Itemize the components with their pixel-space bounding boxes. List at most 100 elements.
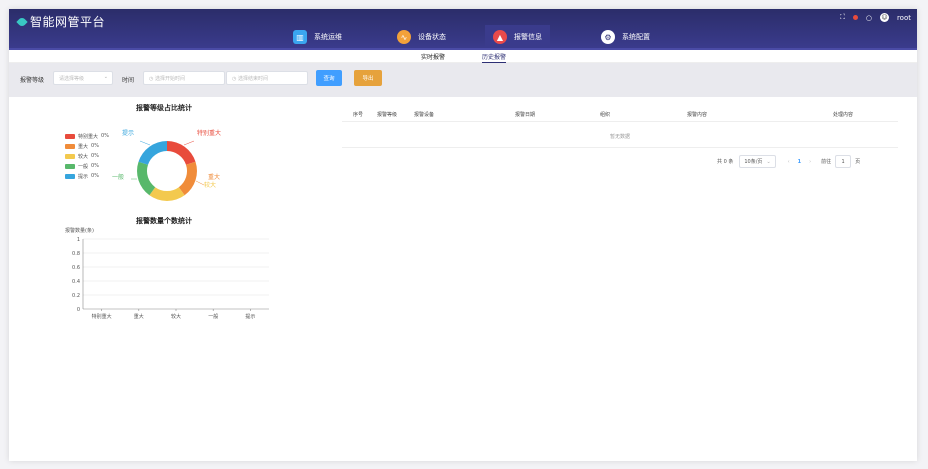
donut-slice-tishi[interactable] bbox=[138, 141, 168, 165]
power-icon[interactable]: ○ bbox=[866, 14, 872, 22]
legend-item[interactable]: 较大 0% bbox=[65, 151, 109, 161]
legend-swatch bbox=[65, 163, 75, 169]
page-size-select[interactable]: 10条/页 ⌄ bbox=[739, 155, 776, 168]
legend-item[interactable]: 重大 0% bbox=[65, 141, 109, 151]
legend-swatch bbox=[65, 173, 75, 179]
nav-system-ops[interactable]: ▥ 系统运维 bbox=[285, 25, 350, 49]
table-divider bbox=[342, 147, 898, 148]
col-header: 组织 bbox=[600, 112, 611, 118]
pager-total: 共 0 条 bbox=[717, 159, 734, 165]
donut-slice-zhongda[interactable] bbox=[178, 161, 197, 196]
page-size-value: 10条/页 bbox=[744, 159, 763, 165]
legend-item[interactable]: 特别重大 0% bbox=[65, 131, 109, 141]
x-tick-label: 特别重大 bbox=[92, 313, 112, 320]
chevron-down-icon: ⌄ bbox=[766, 158, 771, 165]
donut-legend: 特别重大 0% 重大 0% 较大 0% 一般 0% 提示 0% bbox=[65, 131, 109, 181]
bar-chart: 0 0.2 0.4 0.6 0.8 1 特别重大 重大 较大 一般 提示 bbox=[72, 237, 269, 320]
y-tick-label: 1 bbox=[77, 237, 80, 243]
page-number[interactable]: 1 bbox=[798, 159, 801, 165]
logo-icon bbox=[16, 15, 28, 28]
legend-value: 0% bbox=[91, 153, 99, 159]
donut-label-tebie: 特别重大 bbox=[197, 130, 222, 137]
goto-suffix: 页 bbox=[855, 159, 861, 165]
legend-name: 特别重大 bbox=[78, 133, 99, 140]
start-placeholder: 选择开始时间 bbox=[154, 76, 185, 82]
nav-label: 设备状态 bbox=[418, 33, 446, 41]
alarm-icon: ▲ bbox=[493, 30, 507, 44]
goto-prefix: 前往 bbox=[821, 159, 832, 165]
time-label: 时间 bbox=[122, 77, 135, 84]
level-label: 报警等级 bbox=[20, 77, 45, 84]
gear-icon: ⚙ bbox=[601, 30, 615, 44]
col-header: 报警等级 bbox=[377, 112, 398, 118]
col-header: 报警设备 bbox=[414, 112, 435, 118]
y-tick-label: 0 bbox=[77, 307, 80, 313]
y-tick-label: 0.4 bbox=[72, 279, 80, 285]
legend-value: 0% bbox=[101, 133, 109, 139]
legend-swatch bbox=[65, 133, 75, 139]
username[interactable]: root bbox=[897, 14, 911, 22]
donut-slice-tebie[interactable] bbox=[167, 141, 196, 165]
legend-value: 0% bbox=[91, 163, 99, 169]
col-header: 序号 bbox=[353, 112, 364, 118]
pagination: 共 0 条 10条/页 ⌄ ‹ 1 › 前往 1 页 bbox=[717, 155, 860, 168]
top-right-tools: ⛶ ○ ☺ root bbox=[840, 13, 911, 22]
donut-chart bbox=[131, 140, 205, 202]
end-time-input[interactable]: ◷ 选择结束时间 bbox=[226, 71, 308, 85]
donut-label-tishi: 提示 bbox=[122, 130, 135, 137]
app-title: 智能网管平台 bbox=[30, 15, 106, 29]
y-tick-label: 0.8 bbox=[72, 251, 80, 257]
nav-label: 系统运维 bbox=[314, 33, 342, 41]
level-placeholder: 请选择等级 bbox=[59, 76, 85, 82]
prev-page-button[interactable]: ‹ bbox=[788, 159, 790, 165]
nav-device-status[interactable]: ∿ 设备状态 bbox=[389, 25, 454, 49]
nav-label: 报警信息 bbox=[514, 33, 542, 41]
x-tick-label: 提示 bbox=[245, 313, 255, 320]
donut-slice-jiaoda[interactable] bbox=[149, 187, 185, 202]
chevron-down-icon: ⌄ bbox=[103, 74, 108, 80]
avatar[interactable]: ☺ bbox=[879, 13, 889, 22]
col-header: 报警日期 bbox=[515, 112, 536, 118]
legend-item[interactable]: 一般 0% bbox=[65, 161, 109, 171]
subtab-bar: 实时报警 历史报警 bbox=[9, 50, 917, 64]
alert-dot-icon[interactable] bbox=[852, 15, 858, 20]
legend-value: 0% bbox=[91, 143, 99, 149]
col-header: 处理内容 bbox=[833, 112, 854, 118]
nav-system-config[interactable]: ⚙ 系统配置 bbox=[593, 25, 658, 49]
table-empty: 暂无数据 bbox=[609, 134, 630, 140]
legend-name: 较大 bbox=[78, 153, 89, 160]
donut-title: 报警等级占比统计 bbox=[136, 104, 192, 112]
chart-icon: ▥ bbox=[293, 30, 307, 44]
col-header: 报警内容 bbox=[687, 112, 708, 118]
tab-realtime-alarm[interactable]: 实时报警 bbox=[421, 52, 445, 61]
start-time-input[interactable]: ◷ 选择开始时间 bbox=[143, 71, 225, 85]
nav-label: 系统配置 bbox=[622, 33, 650, 41]
end-placeholder: 选择结束时间 bbox=[237, 76, 268, 82]
query-button[interactable]: 查询 bbox=[316, 70, 342, 86]
goto-page-input[interactable]: 1 bbox=[835, 155, 852, 168]
filter-bar: 报警等级 请选择等级 ⌄ 时间 ◷ 选择开始时间 ◷ 选择结束时间 查询 导出 bbox=[9, 63, 917, 97]
legend-name: 提示 bbox=[78, 173, 89, 180]
x-tick-label: 较大 bbox=[171, 313, 181, 320]
x-tick-label: 一般 bbox=[208, 313, 218, 320]
fullscreen-icon[interactable]: ⛶ bbox=[840, 13, 845, 22]
y-tick-label: 0.2 bbox=[72, 293, 80, 299]
y-tick-label: 0.6 bbox=[72, 265, 80, 271]
legend-name: 一般 bbox=[78, 163, 89, 170]
donut-label-jiaoda: 较大 bbox=[204, 182, 217, 189]
donut-label-yiban: 一般 bbox=[112, 174, 125, 181]
x-tick-label: 重大 bbox=[134, 313, 144, 320]
export-button[interactable]: 导出 bbox=[354, 70, 382, 86]
bar-chart-title: 报警数量个数统计 bbox=[136, 217, 192, 225]
donut-slice-yiban[interactable] bbox=[137, 161, 156, 196]
legend-item[interactable]: 提示 0% bbox=[65, 171, 109, 181]
app-logo: 智能网管平台 bbox=[16, 13, 106, 30]
legend-swatch bbox=[65, 153, 75, 159]
table-header: 序号 报警等级 报警设备 报警日期 组织 报警内容 处理内容 bbox=[342, 107, 898, 122]
legend-value: 0% bbox=[91, 173, 99, 179]
app-window: 智能网管平台 ▥ 系统运维 ∿ 设备状态 ▲ 报警信息 ⚙ 系统配置 ⛶ ○ ☺… bbox=[9, 9, 917, 461]
level-select[interactable]: 请选择等级 ⌄ bbox=[53, 71, 113, 85]
top-bar: 智能网管平台 ▥ 系统运维 ∿ 设备状态 ▲ 报警信息 ⚙ 系统配置 ⛶ ○ ☺… bbox=[9, 9, 917, 51]
legend-name: 重大 bbox=[78, 143, 89, 150]
next-page-button[interactable]: › bbox=[809, 159, 811, 165]
